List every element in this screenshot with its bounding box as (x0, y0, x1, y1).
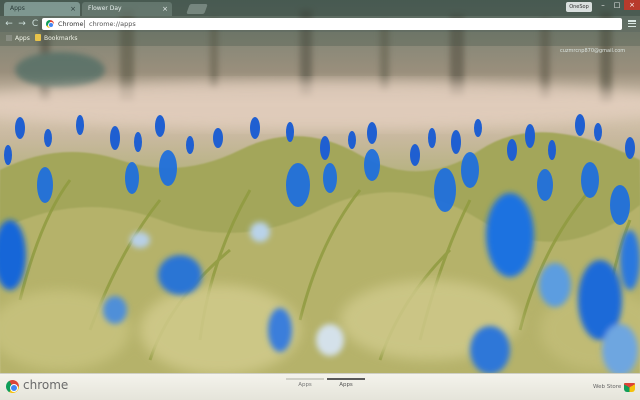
page-indicator (327, 378, 365, 380)
profile-badge[interactable]: OneSop (566, 2, 592, 12)
page-tab-label: Apps (339, 382, 353, 388)
web-store-icon[interactable] (624, 383, 635, 392)
omnibox-label: Chrome (58, 20, 84, 28)
chrome-icon (46, 20, 54, 28)
chrome-brand: chrome (23, 378, 69, 392)
reload-button[interactable]: C (29, 18, 41, 30)
tab-label: Apps (10, 5, 25, 12)
web-store-link[interactable]: Web Store (593, 384, 621, 390)
bottom-bar: chrome Apps Apps Web Store (0, 373, 640, 400)
close-icon[interactable]: × (162, 2, 168, 16)
bookmark-label: Apps (15, 35, 30, 42)
maximize-button[interactable]: □ (610, 0, 624, 10)
bookmark-folder[interactable]: Bookmarks (35, 32, 78, 46)
close-icon[interactable]: × (70, 2, 76, 16)
tab-strip: Apps × Flower Day × OneSop – □ × (0, 0, 640, 16)
toolbar: ← → C Chrome chrome://apps (0, 16, 640, 32)
bookmark-label: Bookmarks (44, 35, 78, 42)
apps-grid-icon (6, 35, 12, 41)
wallpaper-background (0, 0, 640, 400)
back-button[interactable]: ← (3, 18, 15, 30)
account-email[interactable]: cuzmrcnp870@gmail.com (560, 48, 625, 54)
tab-label: Flower Day (88, 5, 122, 12)
menu-icon[interactable] (627, 19, 637, 29)
folder-icon (35, 34, 41, 41)
page-indicator (286, 378, 324, 380)
tab-apps[interactable]: Apps × (4, 2, 80, 16)
tab-flower-day[interactable]: Flower Day × (82, 2, 172, 16)
page-tab-label: Apps (298, 382, 312, 388)
forward-button[interactable]: → (16, 18, 28, 30)
omnibox[interactable]: Chrome chrome://apps (42, 18, 622, 30)
bookmarks-bar: Apps Bookmarks (0, 32, 640, 46)
bookmark-apps[interactable]: Apps (6, 32, 30, 46)
omnibox-url[interactable]: chrome://apps (89, 18, 136, 30)
chrome-logo-icon (6, 380, 19, 393)
minimize-button[interactable]: – (596, 0, 610, 10)
new-tab-button[interactable] (186, 4, 208, 14)
omnibox-divider (84, 20, 85, 28)
window-close-button[interactable]: × (624, 0, 640, 10)
apps-page-tab-active[interactable]: Apps (327, 378, 365, 392)
apps-page-tab[interactable]: Apps (286, 378, 324, 392)
